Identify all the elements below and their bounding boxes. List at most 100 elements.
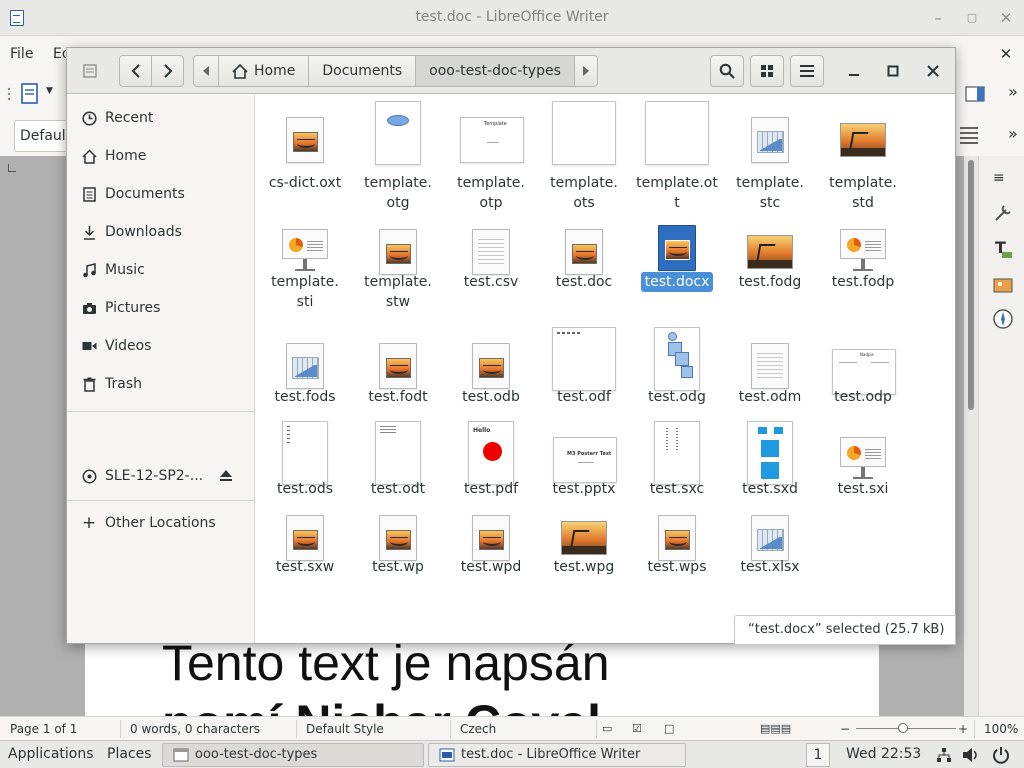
- file-item[interactable]: test.sxw: [258, 493, 352, 603]
- taskbar-file-chooser[interactable]: ooo-test-doc-types: [162, 743, 424, 767]
- image-icon: [561, 521, 607, 555]
- paragraph-style-box[interactable]: Default: [14, 120, 74, 152]
- menu-file[interactable]: File: [10, 46, 33, 62]
- clock-icon: [81, 110, 97, 126]
- file-item[interactable]: test.xlsx: [723, 493, 817, 603]
- align-justify-icon[interactable]: [958, 124, 980, 146]
- power-icon[interactable]: [992, 746, 1010, 764]
- zoom-out-icon[interactable]: −: [840, 722, 850, 736]
- sidebar-item-pictures[interactable]: Pictures: [67, 289, 255, 327]
- back-arrow-icon: [131, 64, 140, 78]
- close-icon: [927, 65, 939, 77]
- file-item[interactable]: test.doc: [537, 207, 631, 317]
- search-button[interactable]: [710, 55, 744, 87]
- file-item[interactable]: test.fodg: [723, 207, 817, 317]
- dialog-minimize-button[interactable]: [839, 55, 869, 87]
- sidebar-toggle-icon[interactable]: [964, 84, 988, 104]
- document-preview: [645, 101, 709, 165]
- more-options-icon[interactable]: »: [1008, 82, 1018, 101]
- gallery-icon[interactable]: [992, 274, 1014, 296]
- path-documents[interactable]: Documents: [309, 55, 417, 87]
- file-item[interactable]: template. stc: [723, 95, 817, 211]
- sidebar-deck: ≡ T: [978, 156, 1024, 716]
- new-dropdown-icon[interactable]: ▼: [46, 86, 53, 96]
- file-item[interactable]: test.csv: [444, 207, 538, 317]
- file-item[interactable]: cs-dict.oxt: [258, 95, 352, 205]
- file-item[interactable]: template. sti: [258, 207, 352, 317]
- file-item[interactable]: test.wp: [351, 493, 445, 603]
- more-options-icon[interactable]: »: [1008, 124, 1018, 143]
- status-word-count[interactable]: 0 words, 0 characters: [130, 722, 260, 736]
- status-page-style[interactable]: Default Style: [306, 722, 384, 736]
- sidebar-item-downloads[interactable]: Downloads: [67, 213, 255, 251]
- sidebar-item-music[interactable]: Music: [67, 251, 255, 289]
- status-page[interactable]: Page 1 of 1: [10, 722, 77, 736]
- volume-icon[interactable]: [962, 747, 980, 763]
- applications-menu[interactable]: Applications: [8, 746, 94, 762]
- toolbar-grip-icon: [7, 87, 11, 101]
- document-image-icon: [286, 515, 324, 561]
- close-icon[interactable]: ✕: [996, 8, 1016, 28]
- sidebar-separator: [67, 411, 255, 412]
- file-item[interactable]: template. std: [816, 95, 910, 211]
- vertical-scrollbar[interactable]: [964, 156, 978, 716]
- view-grid-button[interactable]: [750, 55, 784, 87]
- minimize-icon[interactable]: –: [928, 8, 948, 28]
- path-current-folder[interactable]: ooo-test-doc-types: [416, 55, 575, 87]
- file-item[interactable]: test.fodp: [816, 207, 910, 317]
- workspace-switcher[interactable]: 1: [806, 743, 830, 767]
- file-item[interactable]: template. ots: [537, 95, 631, 211]
- places-menu[interactable]: Places: [107, 746, 152, 762]
- path-home[interactable]: Home: [219, 55, 310, 87]
- file-item[interactable]: template. stw: [351, 207, 445, 317]
- maximize-icon[interactable]: ▢: [962, 8, 982, 28]
- signature-icon[interactable]: ☑: [632, 722, 642, 735]
- sidebar-item-documents[interactable]: Documents: [67, 175, 255, 213]
- document-image-icon: [472, 343, 510, 389]
- file-item[interactable]: test.sxi: [816, 415, 910, 525]
- window-icon: [173, 748, 189, 762]
- file-item[interactable]: template. otg: [351, 95, 445, 211]
- dialog-close-button[interactable]: [918, 55, 948, 87]
- sidebar-item-recent[interactable]: Recent: [67, 99, 255, 137]
- network-icon[interactable]: [936, 747, 952, 763]
- hamburger-icon: [800, 65, 814, 77]
- forward-button[interactable]: [151, 55, 184, 87]
- close-document-icon[interactable]: ✕: [996, 44, 1016, 64]
- navigator-icon[interactable]: [992, 308, 1014, 330]
- file-item[interactable]: test.docx: [630, 207, 724, 317]
- scrollbar-thumb[interactable]: [968, 160, 974, 410]
- taskbar-writer[interactable]: test.doc - LibreOffice Writer: [428, 743, 686, 767]
- file-item[interactable]: test.wps: [630, 493, 724, 603]
- zoom-slider-handle[interactable]: [898, 723, 908, 733]
- dialog-maximize-button[interactable]: [878, 55, 908, 87]
- styles-icon[interactable]: T: [992, 238, 1014, 260]
- properties-icon[interactable]: [992, 202, 1014, 224]
- sidebar-item-trash[interactable]: Trash: [67, 365, 255, 403]
- clock[interactable]: Wed 22:53: [846, 746, 921, 762]
- status-language[interactable]: Czech: [460, 722, 496, 736]
- back-button[interactable]: [119, 55, 152, 87]
- file-name: test.fodt: [368, 389, 428, 405]
- eject-icon[interactable]: [219, 469, 233, 482]
- task-label: test.doc - LibreOffice Writer: [461, 747, 641, 762]
- sidebar-item-other-locations[interactable]: + Other Locations: [67, 504, 255, 542]
- file-item[interactable]: Template template. otp: [444, 95, 538, 211]
- sidebar-item-home[interactable]: Home: [67, 137, 255, 175]
- view-menu-button[interactable]: [790, 55, 824, 87]
- sidebar-menu-icon[interactable]: ≡: [993, 170, 1005, 186]
- new-document-icon[interactable]: [18, 82, 42, 106]
- view-layout-icons[interactable]: ▤▤▤: [760, 722, 791, 735]
- zoom-level[interactable]: 100%: [984, 722, 1018, 736]
- file-item[interactable]: test.wpg: [537, 493, 631, 603]
- insert-mode-icon[interactable]: ▭: [602, 722, 612, 735]
- path-scroll-left[interactable]: [193, 55, 219, 87]
- recent-files-icon[interactable]: [77, 55, 103, 87]
- path-scroll-right[interactable]: [574, 55, 598, 87]
- selection-mode-icon[interactable]: □: [664, 722, 674, 735]
- sidebar-item-videos[interactable]: Videos: [67, 327, 255, 365]
- file-item[interactable]: test.wpd: [444, 493, 538, 603]
- sidebar-item-volume[interactable]: SLE-12-SP2-...: [67, 457, 255, 495]
- file-item[interactable]: template.ott: [630, 95, 724, 211]
- zoom-in-icon[interactable]: +: [958, 722, 968, 736]
